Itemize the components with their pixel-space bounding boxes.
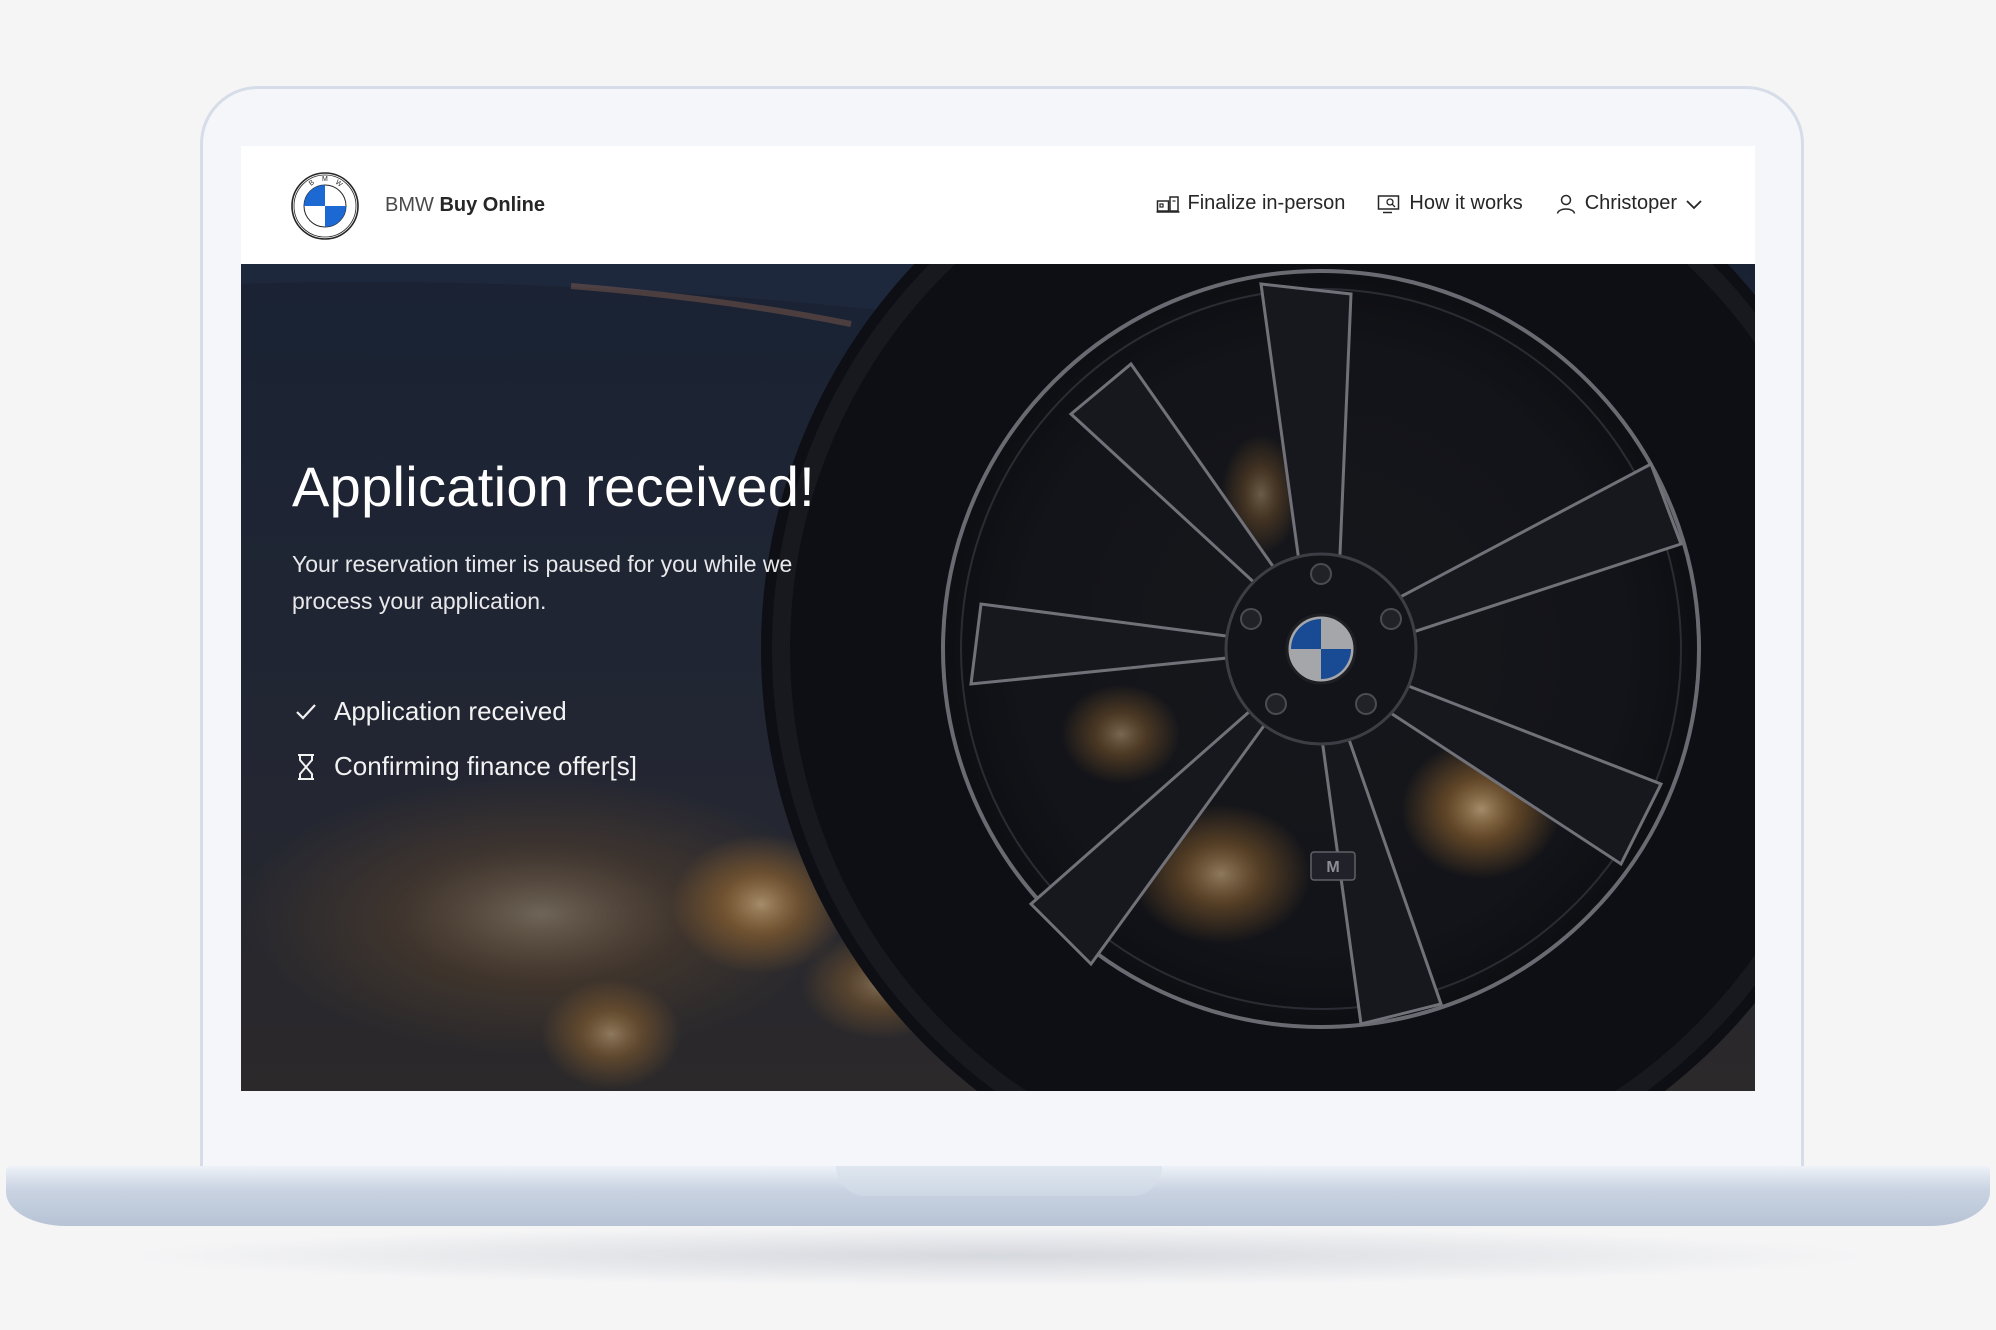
checkmark-icon xyxy=(296,703,316,720)
how-it-works-link[interactable]: How it works xyxy=(1377,192,1523,215)
bmw-logo-icon[interactable]: B M W xyxy=(291,172,359,240)
application-status-list: Application received Confirming finance … xyxy=(292,684,637,794)
user-name: Christoper xyxy=(1584,192,1677,214)
finalize-in-person-label: Finalize in-person xyxy=(1187,192,1346,214)
status-label: Confirming finance offer[s] xyxy=(334,751,637,781)
hourglass-icon xyxy=(298,753,314,780)
brand-name: BMW Buy Online xyxy=(385,194,545,217)
header-nav: Finalize in-person How it works Christop… xyxy=(1156,192,1703,215)
logo-letter-m: M xyxy=(322,176,328,183)
chevron-down-icon xyxy=(1686,199,1702,209)
laptop-shadow xyxy=(120,1226,1876,1286)
finalize-in-person-link[interactable]: Finalize in-person xyxy=(1156,192,1346,215)
screen-search-icon xyxy=(1378,194,1400,213)
laptop-screen: B M W BMW Buy Online Finalize in-person … xyxy=(241,146,1755,1091)
hero-wheel-image: M xyxy=(241,264,1755,1091)
hero-section: M Application received! Your reservation… xyxy=(241,264,1755,1091)
laptop-base-notch xyxy=(836,1166,1162,1196)
status-item-received: Application received xyxy=(292,684,637,739)
status-item-confirming: Confirming finance offer[s] xyxy=(292,739,637,794)
dealership-icon xyxy=(1156,195,1180,213)
how-it-works-label: How it works xyxy=(1409,192,1523,214)
brand-prefix: BMW xyxy=(385,194,434,216)
site-header: B M W BMW Buy Online Finalize in-person … xyxy=(241,146,1755,264)
page-title: Application received! xyxy=(292,455,816,518)
brand-title: Buy Online xyxy=(439,194,546,216)
status-label: Application received xyxy=(334,696,567,726)
user-menu[interactable]: Christoper xyxy=(1555,192,1703,215)
user-icon xyxy=(1556,194,1575,214)
laptop-mockup-scene: B M W BMW Buy Online Finalize in-person … xyxy=(0,0,1996,1330)
page-subtitle: Your reservation timer is paused for you… xyxy=(292,551,793,614)
